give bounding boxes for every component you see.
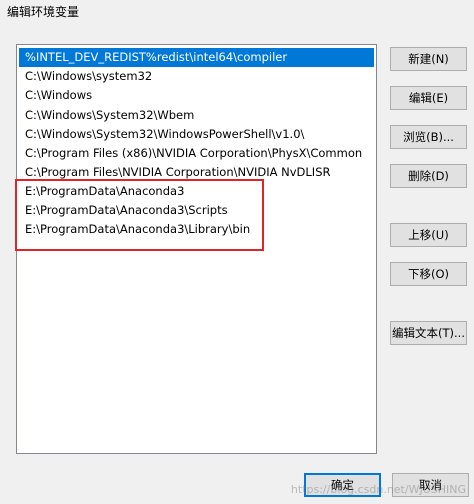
- list-item[interactable]: E:\ProgramData\Anaconda3\Scripts: [19, 201, 374, 220]
- path-list[interactable]: %INTEL_DEV_REDIST%redist\intel64\compile…: [16, 44, 377, 454]
- list-item[interactable]: C:\Program Files (x86)\NVIDIA Corporatio…: [19, 144, 374, 163]
- list-item[interactable]: E:\ProgramData\Anaconda3\Library\bin: [19, 220, 374, 239]
- delete-button[interactable]: 删除(D): [390, 164, 467, 188]
- list-item[interactable]: C:\Windows\System32\WindowsPowerShell\v1…: [19, 125, 374, 144]
- move-up-button[interactable]: 上移(U): [390, 223, 467, 247]
- list-item[interactable]: %INTEL_DEV_REDIST%redist\intel64\compile…: [19, 48, 374, 67]
- move-down-button[interactable]: 下移(O): [390, 262, 467, 286]
- list-item[interactable]: E:\ProgramData\Anaconda3: [19, 182, 374, 201]
- list-item[interactable]: C:\Windows\System32\Wbem: [19, 106, 374, 125]
- cancel-button[interactable]: 取消: [392, 473, 469, 497]
- list-item[interactable]: C:\Windows: [19, 86, 374, 105]
- list-item[interactable]: C:\Program Files\NVIDIA Corporation\NVID…: [19, 163, 374, 182]
- browse-button[interactable]: 浏览(B)...: [390, 125, 467, 149]
- new-button[interactable]: 新建(N): [390, 47, 467, 71]
- ok-button[interactable]: 确定: [304, 473, 381, 497]
- window-title: 编辑环境变量: [7, 5, 80, 19]
- edit-text-button[interactable]: 编辑文本(T)...: [390, 321, 467, 345]
- edit-button[interactable]: 编辑(E): [390, 86, 467, 110]
- list-item[interactable]: C:\Windows\system32: [19, 67, 374, 86]
